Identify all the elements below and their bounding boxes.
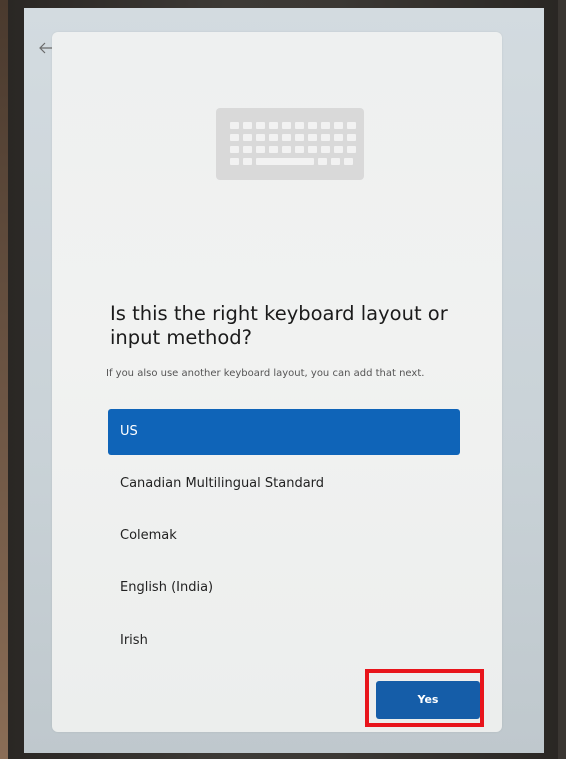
keyboard-icon	[216, 108, 364, 180]
back-button[interactable]	[38, 40, 58, 60]
arrow-left-icon	[39, 42, 52, 54]
page-subtitle: If you also use another keyboard layout,…	[106, 368, 425, 379]
layout-option-canadian-multilingual[interactable]: Canadian Multilingual Standard	[108, 461, 460, 507]
yes-button[interactable]: Yes	[376, 681, 480, 719]
layout-option-irish[interactable]: Irish	[108, 618, 460, 664]
layout-option-colemak[interactable]: Colemak	[108, 513, 460, 559]
page-title: Is this the right keyboard layout or inp…	[110, 302, 448, 349]
layout-option-us[interactable]: US	[108, 409, 460, 455]
layout-option-english-india[interactable]: English (India)	[108, 565, 460, 611]
